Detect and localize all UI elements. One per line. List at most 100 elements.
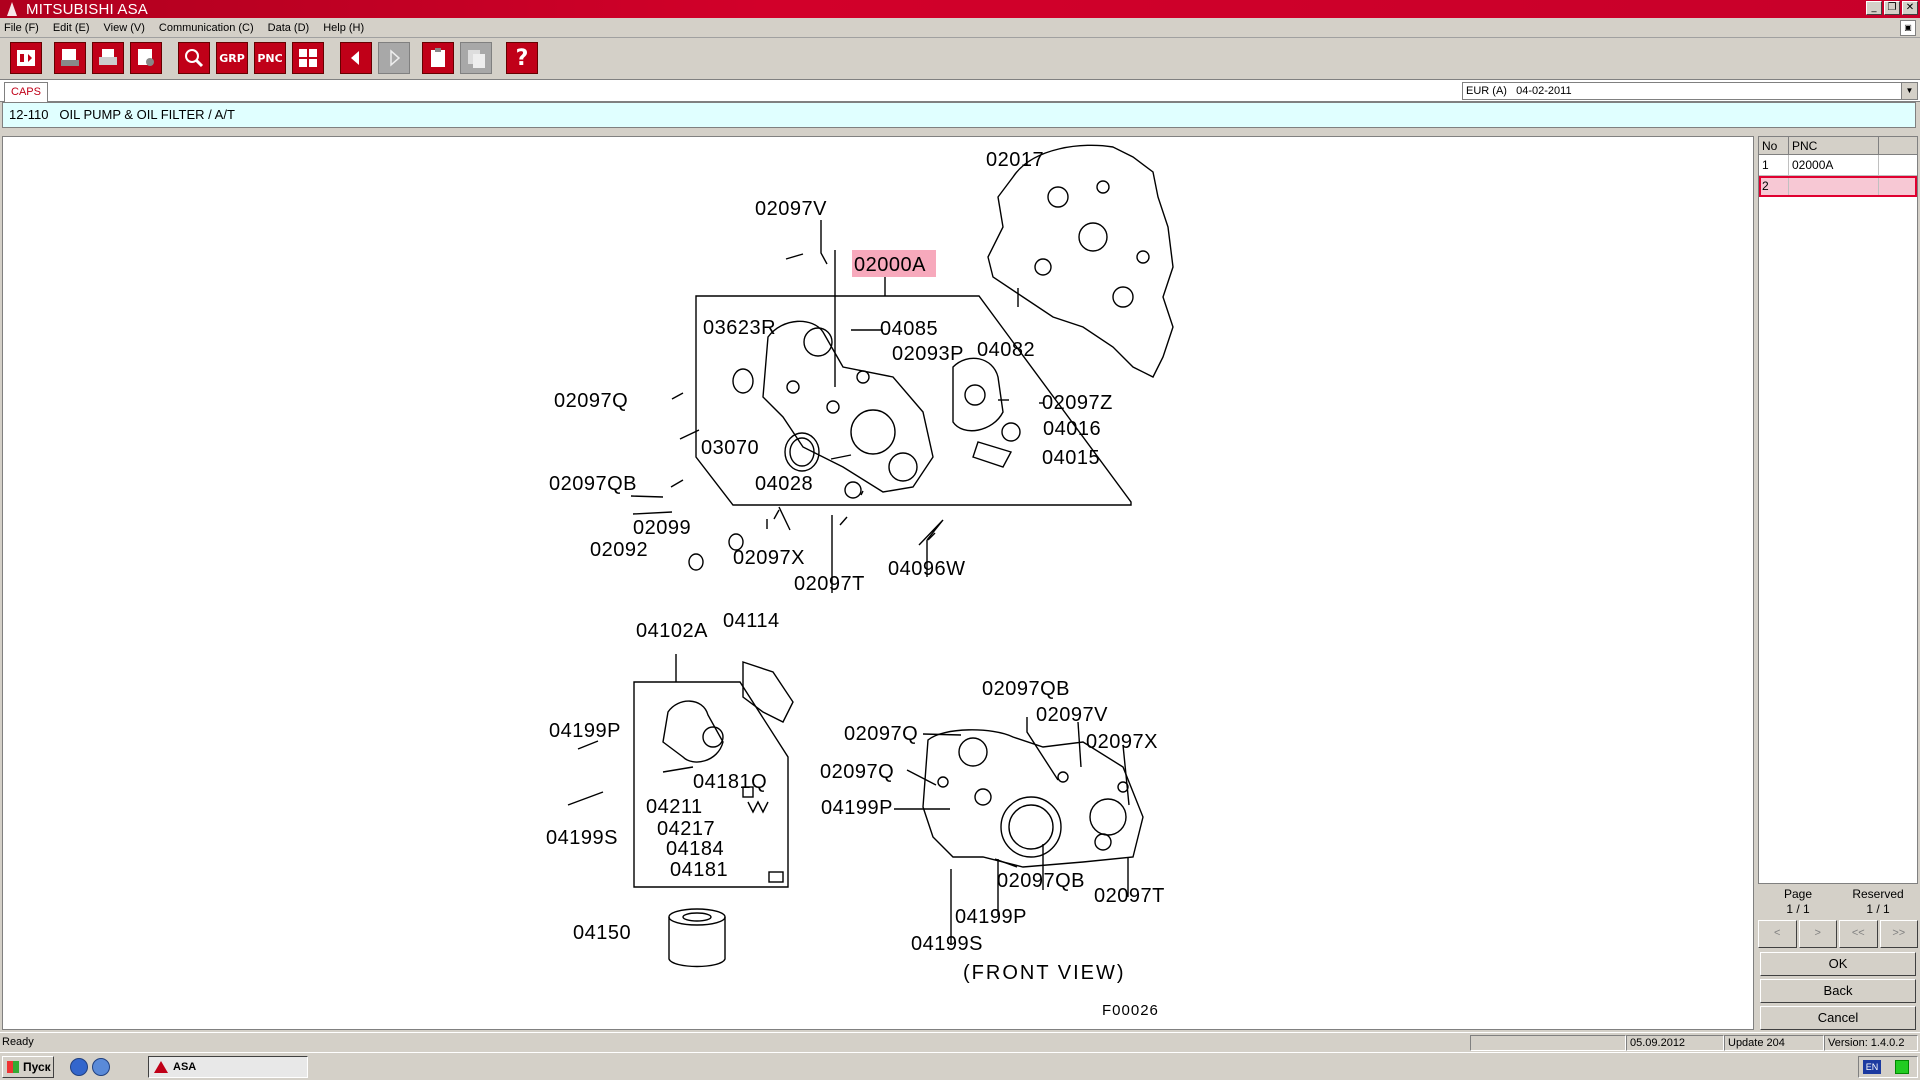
label-04181Q[interactable]: 04181Q xyxy=(693,771,767,793)
label-front-02097Q-a[interactable]: 02097Q xyxy=(844,723,918,745)
mdi-restore-icon[interactable]: ▣ xyxy=(1900,20,1916,36)
forward-arrow-icon xyxy=(390,49,401,67)
grid-button[interactable] xyxy=(292,42,324,74)
label-04102A[interactable]: 04102A xyxy=(636,620,708,642)
label-front-02097V[interactable]: 02097V xyxy=(1036,704,1108,726)
last-page-button[interactable]: >> xyxy=(1879,920,1918,948)
label-04150[interactable]: 04150 xyxy=(573,922,631,944)
label-front-02097QB-b[interactable]: 02097QB xyxy=(997,870,1085,892)
grid-icon xyxy=(299,49,317,67)
row-no: 1 xyxy=(1759,155,1789,175)
column-header-empty xyxy=(1879,137,1917,154)
label-02097V[interactable]: 02097V xyxy=(755,198,827,220)
label-02092[interactable]: 02092 xyxy=(590,539,648,561)
menu-file[interactable]: File (F) xyxy=(4,22,39,34)
label-front-04199P-b[interactable]: 04199P xyxy=(955,906,1027,928)
label-04184[interactable]: 04184 xyxy=(666,838,724,860)
label-front-02097T[interactable]: 02097T xyxy=(1094,885,1165,907)
label-02099[interactable]: 02099 xyxy=(633,517,691,539)
label-front-02097X[interactable]: 02097X xyxy=(1086,731,1158,753)
first-page-button[interactable]: << xyxy=(1839,920,1878,948)
taskbar-item-asa[interactable]: ASA xyxy=(148,1056,308,1078)
label-02097Z[interactable]: 02097Z xyxy=(1042,392,1113,414)
close-button[interactable]: ✕ xyxy=(1902,1,1918,15)
label-02000A-highlighted[interactable]: 02000A xyxy=(854,254,926,276)
back-arrow-icon xyxy=(351,51,359,65)
label-04082[interactable]: 04082 xyxy=(977,339,1035,361)
label-02097T[interactable]: 02097T xyxy=(794,573,865,595)
back-button[interactable]: Back xyxy=(1760,979,1916,1003)
restore-button[interactable]: ❐ xyxy=(1884,1,1900,15)
next-page-button[interactable]: > xyxy=(1798,920,1837,948)
caps-tab[interactable]: CAPS xyxy=(4,82,48,102)
region-date-select[interactable]: EUR (A) 04-02-2011 ▼ xyxy=(1462,82,1918,100)
status-version: Version: 1.4.0.2 xyxy=(1824,1035,1918,1051)
label-04217[interactable]: 04217 xyxy=(657,818,715,840)
language-indicator[interactable]: EN xyxy=(1863,1060,1881,1074)
status-bar: Ready 05.09.2012 Update 204 Version: 1.4… xyxy=(0,1032,1920,1052)
zoom-button[interactable] xyxy=(178,42,210,74)
zoom-icon xyxy=(185,49,204,68)
label-04199S[interactable]: 04199S xyxy=(546,827,618,849)
cancel-button[interactable]: Cancel xyxy=(1760,1006,1916,1030)
back-nav-button[interactable] xyxy=(340,42,372,74)
pnc-button[interactable]: PNC xyxy=(254,42,286,74)
label-02097Q[interactable]: 02097Q xyxy=(554,390,628,412)
page-setup-button[interactable] xyxy=(130,42,162,74)
breadcrumb: 12-110 OIL PUMP & OIL FILTER / A/T xyxy=(2,102,1916,128)
table-row-selected[interactable]: 2 xyxy=(1759,176,1917,197)
column-header-no[interactable]: No xyxy=(1759,137,1789,154)
menu-view[interactable]: View (V) xyxy=(104,22,145,34)
label-04114[interactable]: 04114 xyxy=(723,610,780,632)
clipboard-button[interactable] xyxy=(422,42,454,74)
label-04096W[interactable]: 04096W xyxy=(888,558,966,580)
parts-diagram[interactable]: 02017 02097V 02000A 03623R 04085 02093P … xyxy=(2,136,1754,1030)
label-02097X[interactable]: 02097X xyxy=(733,547,805,569)
menu-communication[interactable]: Communication (C) xyxy=(159,22,254,34)
tray-status-icon[interactable] xyxy=(1895,1060,1909,1074)
minimize-button[interactable]: _ xyxy=(1866,1,1882,15)
page-nav: < > << >> xyxy=(1758,920,1918,948)
print-preview-button[interactable] xyxy=(54,42,86,74)
print-button[interactable] xyxy=(92,42,124,74)
menu-data[interactable]: Data (D) xyxy=(268,22,310,34)
mitsubishi-logo-icon xyxy=(4,2,20,16)
label-04016[interactable]: 04016 xyxy=(1043,418,1101,440)
internet-explorer-icon[interactable] xyxy=(70,1058,88,1076)
label-04028[interactable]: 04028 xyxy=(755,473,813,495)
column-header-pnc[interactable]: PNC xyxy=(1789,137,1879,154)
label-front-04199S[interactable]: 04199S xyxy=(911,933,983,955)
label-03070[interactable]: 03070 xyxy=(701,437,759,459)
label-04181[interactable]: 04181 xyxy=(670,859,728,881)
label-02093P[interactable]: 02093P xyxy=(892,343,964,365)
label-03623R[interactable]: 03623R xyxy=(703,317,776,339)
ok-button[interactable]: OK xyxy=(1760,952,1916,976)
table-row[interactable]: 1 02000A xyxy=(1759,155,1917,176)
label-front-02097Q-b[interactable]: 02097Q xyxy=(820,761,894,783)
row-pnc: 02000A xyxy=(1789,155,1879,175)
label-02017[interactable]: 02017 xyxy=(986,149,1044,171)
start-button[interactable]: Пуск xyxy=(2,1056,54,1078)
pnc-table[interactable]: No PNC 1 02000A 2 xyxy=(1758,136,1918,884)
copy-button[interactable] xyxy=(460,42,492,74)
catalog-button[interactable] xyxy=(10,42,42,74)
chevron-down-icon[interactable]: ▼ xyxy=(1901,83,1917,99)
label-front-02097QB[interactable]: 02097QB xyxy=(982,678,1070,700)
label-04085[interactable]: 04085 xyxy=(880,318,938,340)
clipboard-icon xyxy=(431,48,445,67)
help-button[interactable]: ? xyxy=(506,42,538,74)
exploded-view-drawing: 02017 02097V 02000A 03623R 04085 02093P … xyxy=(546,144,1174,1019)
menu-edit[interactable]: Edit (E) xyxy=(53,22,90,34)
menu-help[interactable]: Help (H) xyxy=(323,22,364,34)
label-04211[interactable]: 04211 xyxy=(646,796,703,818)
forward-nav-button[interactable] xyxy=(378,42,410,74)
label-04015[interactable]: 04015 xyxy=(1042,447,1100,469)
label-04199P[interactable]: 04199P xyxy=(549,720,621,742)
prev-page-button[interactable]: < xyxy=(1758,920,1797,948)
grp-button[interactable]: GRP xyxy=(216,42,248,74)
label-front-04199P-a[interactable]: 04199P xyxy=(821,797,893,819)
row-no: 2 xyxy=(1759,176,1789,196)
quicklaunch-icon[interactable] xyxy=(92,1058,110,1076)
label-02097QB[interactable]: 02097QB xyxy=(549,473,637,495)
row-pnc xyxy=(1789,176,1879,196)
